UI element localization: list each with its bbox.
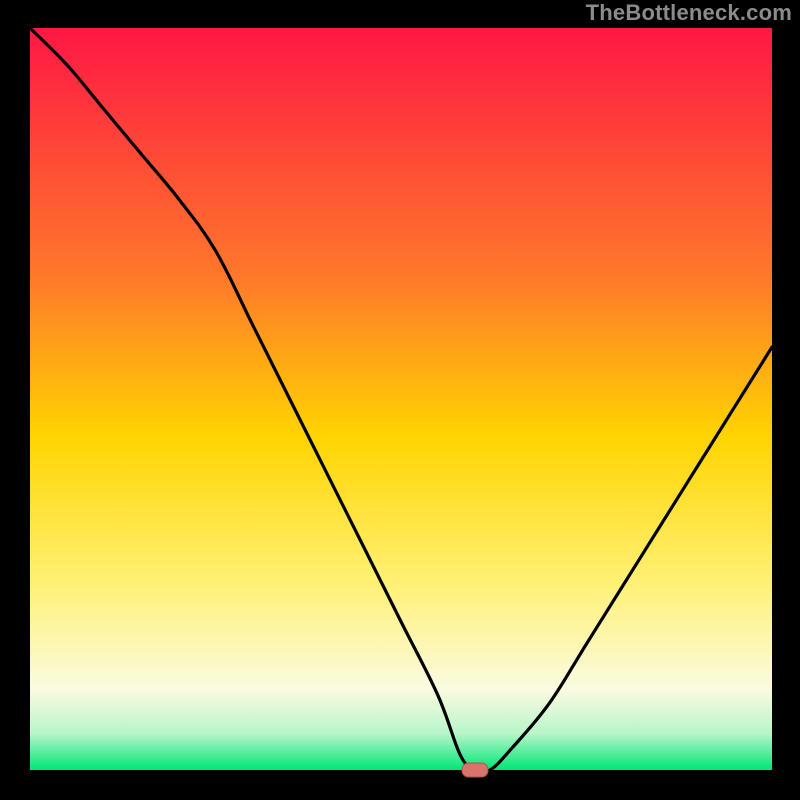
bottleneck-curve	[30, 28, 772, 770]
chart-frame: TheBottleneck.com	[0, 0, 800, 800]
watermark-text: TheBottleneck.com	[586, 0, 792, 26]
plot-area	[30, 28, 772, 770]
optimal-point-marker	[462, 763, 489, 778]
